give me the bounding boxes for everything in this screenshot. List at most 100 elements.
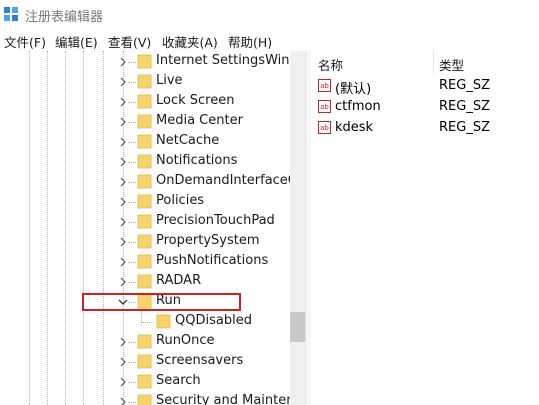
menu-view[interactable]: 查看(V) xyxy=(108,32,151,51)
tree-item-label: PrecisionTouchPad xyxy=(156,213,275,228)
menu-file[interactable]: 文件(F) xyxy=(4,32,46,51)
tree-item-label: RADAR xyxy=(156,273,202,288)
tree-connector xyxy=(128,282,136,283)
tree-item[interactable]: PropertySystem xyxy=(0,232,290,252)
tree-item-label: Search xyxy=(156,373,201,388)
tree-item[interactable]: NetCache xyxy=(0,132,290,152)
tree-connector xyxy=(142,322,154,323)
tree-item[interactable]: Lock Screen xyxy=(0,92,290,112)
tree-item[interactable]: Media Center xyxy=(0,112,290,132)
folder-icon xyxy=(137,114,152,129)
tree-item-label: RunOnce xyxy=(156,333,215,348)
string-value-icon: ab xyxy=(318,121,331,134)
tree-item-label: Live xyxy=(156,73,183,88)
value-row[interactable]: ab (默认) REG_SZ xyxy=(311,76,539,97)
tree-item-label: QQDisabled xyxy=(175,313,252,328)
tree-item[interactable]: OnDemandInterfaceCa xyxy=(0,172,305,192)
chevron-right-icon[interactable] xyxy=(118,277,128,287)
tree-connector xyxy=(128,402,136,403)
tree-connector xyxy=(128,362,136,363)
chevron-right-icon[interactable] xyxy=(118,197,128,207)
chevron-right-icon[interactable] xyxy=(118,57,128,67)
menu-help[interactable]: 帮助(H) xyxy=(228,32,272,51)
tree-scrollbar[interactable] xyxy=(290,51,305,405)
tree-item[interactable]: Internet SettingsWindo xyxy=(0,52,305,72)
value-name: kdesk xyxy=(335,120,374,135)
chevron-right-icon[interactable] xyxy=(118,357,128,367)
chevron-right-icon[interactable] xyxy=(118,97,128,107)
folder-icon xyxy=(137,254,152,269)
tree-item[interactable]: Screensavers xyxy=(0,352,290,372)
tree-item[interactable]: Search xyxy=(0,372,290,392)
menu-bar: 文件(F) 编辑(E) 查看(V) 收藏夹(A) 帮助(H) xyxy=(0,29,539,51)
chevron-right-icon[interactable] xyxy=(118,217,128,227)
folder-icon xyxy=(137,394,152,405)
value-row[interactable]: ab ctfmon REG_SZ xyxy=(311,97,539,118)
chevron-right-icon[interactable] xyxy=(118,137,128,147)
folder-icon xyxy=(137,154,152,169)
tree-connector xyxy=(128,382,136,383)
tree-item[interactable]: QQDisabled xyxy=(0,312,290,332)
tree-item-label: Security and Maintenar xyxy=(156,393,305,405)
folder-icon xyxy=(137,274,152,289)
tree-item-label: Policies xyxy=(156,193,205,208)
chevron-right-icon[interactable] xyxy=(118,177,128,187)
tree-item[interactable]: Policies xyxy=(0,192,290,212)
chevron-right-icon[interactable] xyxy=(118,77,128,87)
title-bar: 注册表编辑器 xyxy=(0,0,539,28)
tree-scrollbar-thumb[interactable] xyxy=(290,312,305,342)
chevron-right-icon[interactable] xyxy=(118,237,128,247)
tree-item[interactable]: Notifications xyxy=(0,152,290,172)
values-list[interactable]: 名称 类型 ab (默认) REG_SZ ab ctfmon REG_SZ ab kdesk R… xyxy=(311,51,539,405)
tree-item[interactable]: Live xyxy=(0,72,290,92)
chevron-right-icon[interactable] xyxy=(118,377,128,387)
tree-item[interactable]: RunOnce xyxy=(0,332,290,352)
value-row[interactable]: ab kdesk REG_SZ xyxy=(311,118,539,139)
chevron-right-icon[interactable] xyxy=(118,397,128,405)
tree-connector xyxy=(128,62,136,63)
tree-connector xyxy=(128,242,136,243)
svg-text:ab: ab xyxy=(320,82,329,90)
tree-connector xyxy=(128,222,136,223)
chevron-right-icon[interactable] xyxy=(118,157,128,167)
tree-item-label: PropertySystem xyxy=(156,233,260,248)
registry-editor-icon xyxy=(4,7,18,21)
tree-connector xyxy=(128,262,136,263)
value-type: REG_SZ xyxy=(439,78,490,93)
tree-item[interactable]: PrecisionTouchPad xyxy=(0,212,290,232)
menu-favorites[interactable]: 收藏夹(A) xyxy=(162,32,218,51)
key-tree[interactable]: Internet SettingsWindo Live Lock Screen Med… xyxy=(0,51,305,405)
tree-item[interactable]: RADAR xyxy=(0,272,290,292)
value-type: REG_SZ xyxy=(439,99,490,114)
value-name: ctfmon xyxy=(335,99,381,114)
folder-icon xyxy=(137,54,152,69)
tree-connector xyxy=(128,142,136,143)
folder-icon xyxy=(137,94,152,109)
svg-text:ab: ab xyxy=(320,103,329,111)
string-value-icon: ab xyxy=(318,100,331,113)
folder-icon xyxy=(137,134,152,149)
folder-icon xyxy=(137,194,152,209)
menu-edit[interactable]: 编辑(E) xyxy=(55,32,98,51)
svg-text:ab: ab xyxy=(320,124,329,132)
chevron-right-icon[interactable] xyxy=(118,117,128,127)
tree-item[interactable]: Security and Maintenar xyxy=(0,392,305,405)
tree-item-label: PushNotifications xyxy=(156,253,269,268)
tree-connector xyxy=(128,202,136,203)
chevron-right-icon[interactable] xyxy=(118,257,128,267)
folder-icon xyxy=(137,74,152,89)
tree-item-label: Internet SettingsWindo xyxy=(156,53,305,68)
value-name: (默认) xyxy=(335,82,372,97)
folder-icon xyxy=(137,214,152,229)
column-header-type[interactable]: 类型 xyxy=(439,55,464,74)
folder-icon xyxy=(137,174,152,189)
tree-item[interactable]: PushNotifications xyxy=(0,252,290,272)
tree-item-label: Screensavers xyxy=(156,353,244,368)
run-highlight-box xyxy=(82,293,241,311)
column-header-name[interactable]: 名称 xyxy=(318,55,343,74)
tree-connector xyxy=(128,342,136,343)
chevron-right-icon[interactable] xyxy=(118,337,128,347)
tree-item-label: Notifications xyxy=(156,153,238,168)
column-divider[interactable] xyxy=(433,51,434,75)
folder-icon xyxy=(156,314,171,329)
